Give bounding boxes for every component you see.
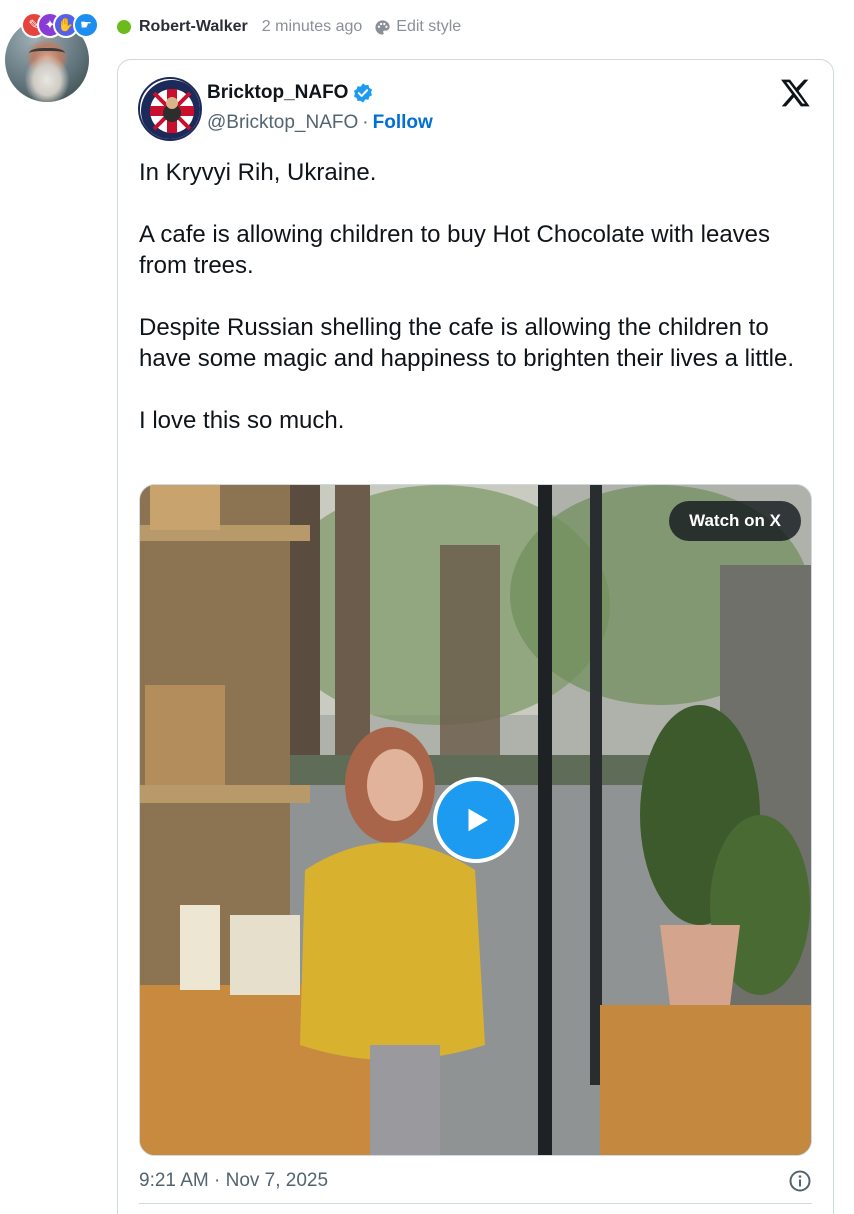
tweet-paragraph: I love this so much. (139, 407, 345, 434)
separator-dot: · (362, 112, 369, 133)
tweet-paragraph: Despite Russian shelling the cafe is all… (139, 314, 795, 372)
video-thumbnail[interactable]: Watch on X (139, 484, 812, 1156)
tweet-footer: 9:21 AM · Nov 7, 2025 (139, 1168, 812, 1194)
online-status-icon (117, 20, 131, 34)
palette-icon (375, 19, 390, 35)
tweet-handle[interactable]: @Bricktop_NAFO (207, 112, 358, 134)
play-button[interactable] (433, 777, 519, 863)
handshake-icon: ☛ (73, 12, 99, 38)
x-logo-icon[interactable] (779, 77, 811, 109)
post-header: Robert-Walker 2 minutes ago Edit style (117, 14, 461, 40)
footer-divider (139, 1203, 812, 1204)
tweet-text: In Kryvyi Rih, Ukraine. A cafe is allowi… (139, 157, 819, 467)
tweet-author-name[interactable]: Bricktop_NAFO (207, 82, 348, 104)
edit-style-label: Edit style (396, 18, 462, 35)
tweet-author-avatar[interactable] (138, 77, 202, 141)
tweet-timestamp[interactable]: 9:21 AM · Nov 7, 2025 (139, 1170, 328, 1192)
tweet-paragraph: A cafe is allowing children to buy Hot C… (139, 221, 771, 279)
info-icon[interactable] (788, 1169, 812, 1193)
username-link[interactable]: Robert-Walker (139, 18, 248, 36)
edit-style-button[interactable]: Edit style (374, 18, 461, 36)
watch-on-x-button[interactable]: Watch on X (669, 501, 801, 541)
follow-link[interactable]: Follow (373, 112, 433, 134)
verified-badge-icon (354, 83, 373, 103)
play-icon (468, 808, 488, 832)
tweet-embed-card[interactable]: Bricktop_NAFO @Bricktop_NAFO · Follow In… (117, 59, 834, 1214)
post-time[interactable]: 2 minutes ago (262, 18, 363, 36)
tweet-author-row: Bricktop_NAFO (207, 82, 374, 104)
tweet-paragraph: In Kryvyi Rih, Ukraine. (139, 159, 377, 186)
user-avatar-area[interactable]: ✎ ✦ ✋ ☛ (5, 12, 99, 102)
tweet-handle-row: @Bricktop_NAFO · Follow (207, 112, 433, 134)
nafo-logo-icon (141, 80, 200, 139)
